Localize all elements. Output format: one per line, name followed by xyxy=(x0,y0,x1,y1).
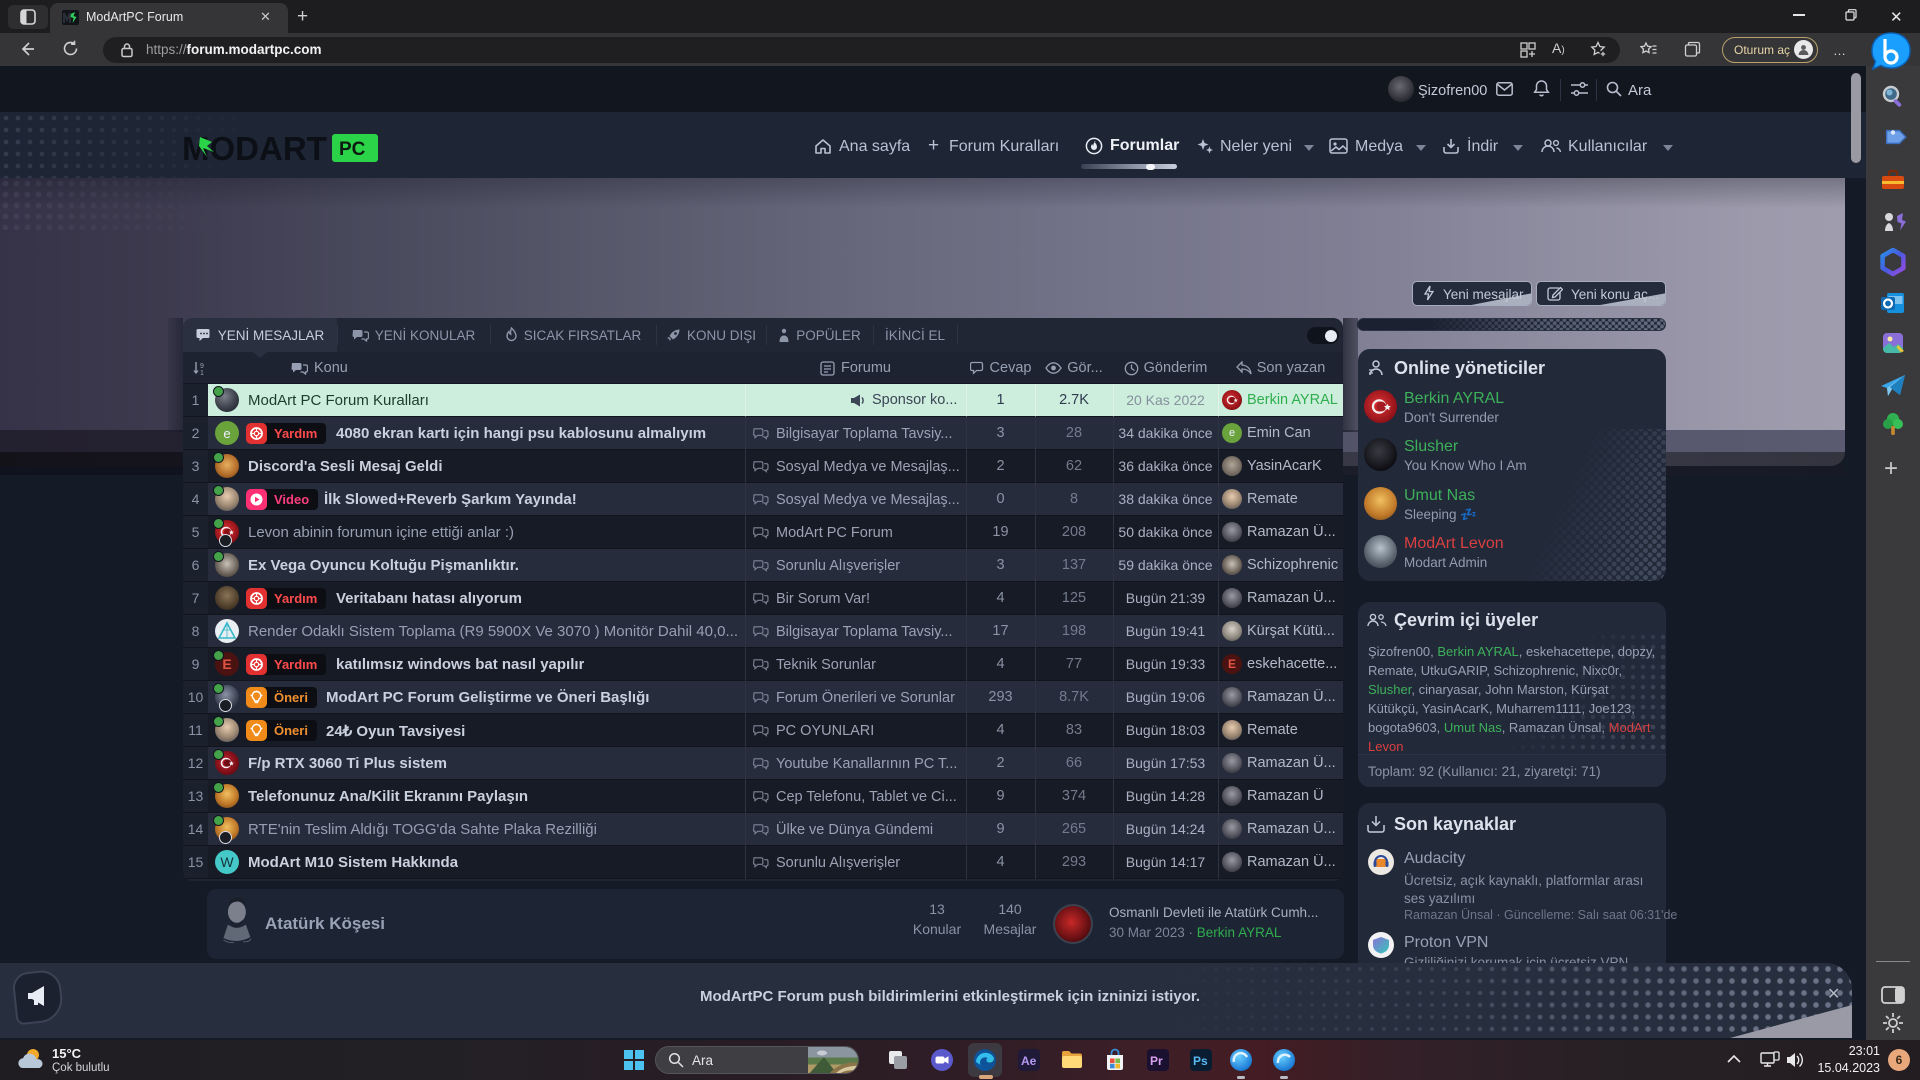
svg-text:1: 1 xyxy=(200,370,204,376)
svg-text:Pr: Pr xyxy=(1150,1054,1163,1068)
svg-text:9: 9 xyxy=(200,363,204,370)
svg-text:Ae: Ae xyxy=(1021,1054,1037,1068)
svg-text:Ps: Ps xyxy=(1193,1054,1208,1068)
